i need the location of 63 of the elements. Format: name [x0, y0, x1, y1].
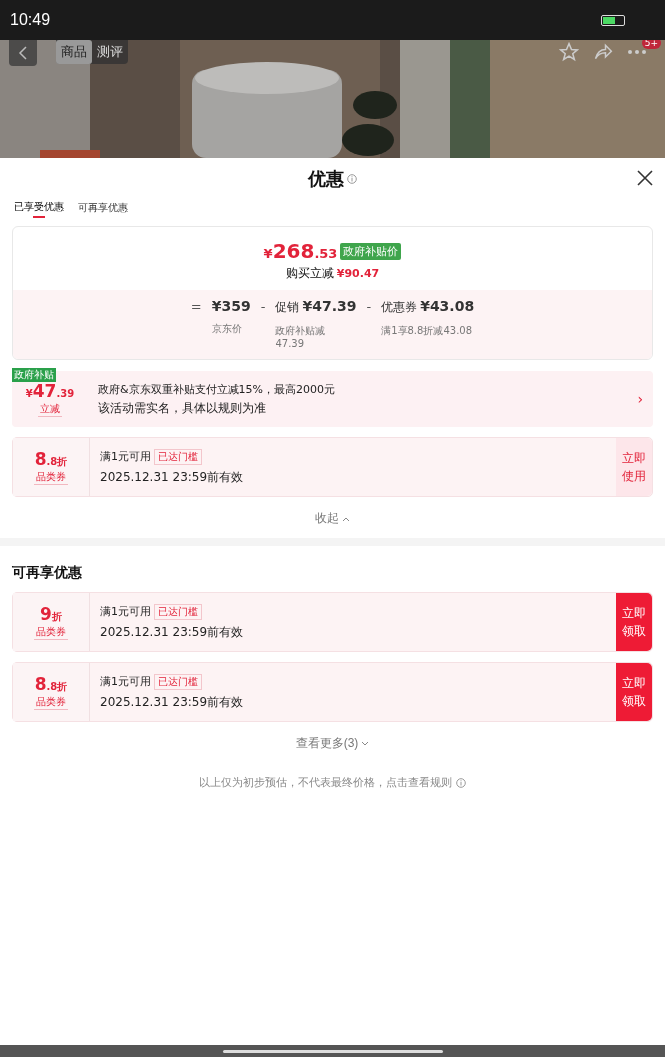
subsidy-unit: 立减 — [38, 402, 62, 417]
star-icon[interactable] — [559, 42, 579, 62]
operator-sign: = — [190, 299, 202, 314]
breakdown-amount: ¥47.39 — [302, 298, 357, 314]
breakdown-amount: ¥359 — [211, 298, 251, 314]
product-tab[interactable]: 商品 — [56, 40, 92, 64]
chevron-icon: › — [637, 391, 653, 407]
reduction-amount: ¥90.47 — [336, 267, 380, 280]
sheet-title: 优惠 — [308, 167, 344, 191]
product-tab[interactable]: 测评 — [92, 40, 128, 64]
use-coupon-button[interactable]: 立即使用 — [616, 438, 652, 496]
reduction-label: 购买立减 — [285, 265, 334, 282]
discount-value: 8.8折 — [34, 674, 68, 694]
notification-badge: 5+ — [641, 40, 661, 49]
more-icon[interactable] — [627, 49, 647, 55]
caret-down-icon[interactable] — [361, 740, 370, 747]
breakdown-note: 满1享8.8折减43.08 — [381, 324, 474, 338]
subsidy-amount: ¥47.39 — [25, 381, 75, 401]
home-indicator[interactable] — [222, 1049, 443, 1053]
operator-sign: - — [260, 299, 266, 314]
share-icon[interactable] — [593, 42, 613, 62]
subsidy-description: 政府&京东双重补贴支付立减15%，最高2000元 — [98, 381, 337, 397]
breakdown-label: 优惠券 — [381, 299, 418, 316]
coupon-type: 品类券 — [34, 625, 68, 640]
breakdown-amount: ¥43.08 — [420, 298, 475, 314]
coupon-expiry: 2025.12.31 23:59前有效 — [100, 623, 245, 641]
disclaimer-text[interactable]: 以上仅为初步预估，不代表最终价格，点击查看规则 — [199, 775, 452, 790]
coupon-condition: 满1元可用 — [100, 449, 151, 464]
operator-sign: - — [366, 299, 372, 314]
coupon-expiry: 2025.12.31 23:59前有效 — [100, 693, 245, 711]
discount-value: 8.8折 — [34, 449, 68, 469]
subsidy-tag: 政府补贴 — [12, 368, 56, 382]
close-button[interactable] — [637, 170, 653, 186]
offer-tab[interactable]: 可再享优惠 — [76, 200, 130, 220]
subsidy-price-tag: 政府补贴价 — [340, 242, 402, 260]
coupon-expiry: 2025.12.31 23:59前有效 — [100, 468, 245, 486]
info-icon[interactable] — [347, 174, 357, 184]
breakdown-note: 京东价 — [211, 322, 243, 336]
threshold-tag: 已达门槛 — [154, 448, 202, 465]
threshold-tag: 已达门槛 — [154, 603, 202, 620]
breakdown-note: 政府补贴减47.39 — [275, 324, 327, 349]
discount-value: 9折 — [40, 604, 62, 624]
battery-icon — [601, 14, 625, 26]
caret-up-icon[interactable] — [342, 515, 350, 522]
coupon-condition: 满1元可用 — [100, 674, 151, 689]
coupon-condition: 满1元可用 — [100, 604, 151, 619]
breakdown-label: 促销 — [275, 299, 300, 316]
section-title: 可再享优惠 — [12, 564, 83, 582]
back-button[interactable] — [9, 40, 37, 66]
claim-coupon-button[interactable]: 立即领取 — [616, 663, 652, 721]
collapse-button[interactable]: 收起 — [309, 509, 356, 528]
subsidy-note: 该活动需实名，具体以规则为准 — [98, 399, 267, 417]
threshold-tag: 已达门槛 — [154, 673, 202, 690]
see-more-button[interactable]: 查看更多(3) — [289, 734, 376, 753]
final-price: ¥268.53 — [263, 239, 338, 263]
claim-coupon-button[interactable]: 立即领取 — [616, 593, 652, 651]
back-icon[interactable] — [18, 46, 28, 60]
status-time: 10:49 — [10, 11, 51, 29]
coupon-type: 品类券 — [34, 470, 68, 485]
offer-tab[interactable]: 已享受优惠 — [12, 200, 66, 220]
coupon-type: 品类券 — [34, 695, 68, 710]
subsidy-card[interactable]: 政府补贴 ¥47.39 立减 政府&京东双重补贴支付立减15%，最高2000元 该活动需实名，具体以规则为准 › — [12, 371, 653, 427]
info-icon[interactable] — [456, 777, 466, 788]
